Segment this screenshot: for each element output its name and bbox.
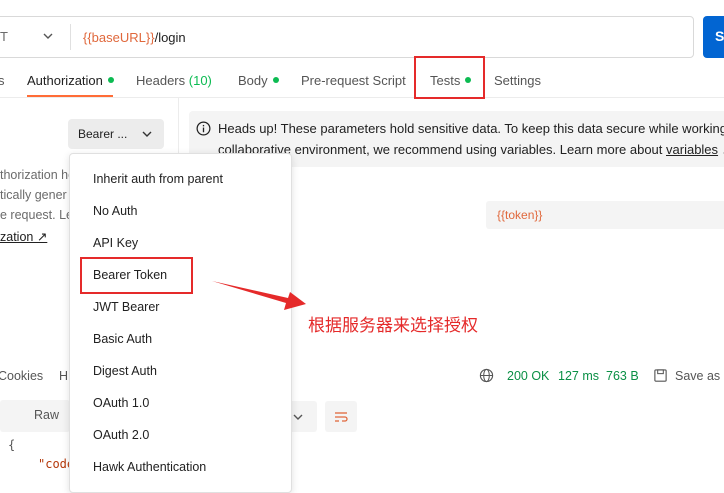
tab-pre-request-script[interactable]: Pre-request Script: [301, 73, 406, 88]
auth-description-line: e request. Le: [0, 208, 73, 222]
menu-item-no-auth[interactable]: No Auth: [93, 204, 137, 218]
annotation-text: 根据服务器来选择授权: [308, 316, 478, 336]
bearer-highlight-box: [80, 257, 193, 294]
tabs-divider: [0, 97, 724, 98]
response-size[interactable]: 763 B: [606, 369, 639, 383]
menu-item-oauth2[interactable]: OAuth 2.0: [93, 428, 149, 442]
save-as-button[interactable]: Save as I: [675, 369, 724, 383]
raw-tab[interactable]: Raw: [34, 408, 59, 422]
status-dot-icon: [272, 77, 279, 83]
tab-body[interactable]: Body: [238, 73, 279, 88]
token-input[interactable]: {{token}}: [486, 201, 724, 229]
wrap-icon: [335, 412, 348, 422]
banner-line: collaborative environment, we recommend …: [218, 142, 724, 158]
banner-line: Heads up! These parameters hold sensitiv…: [218, 121, 724, 136]
chevron-down-icon[interactable]: [141, 128, 153, 140]
url-input[interactable]: {{baseURL}}/login: [83, 30, 186, 45]
tab-headers-response[interactable]: H: [59, 369, 68, 383]
status-dot-icon: [107, 77, 114, 83]
tab-cookies[interactable]: Cookies: [0, 369, 43, 383]
url-variable: {{baseURL}}: [83, 30, 155, 45]
code-bracket: {: [8, 438, 16, 452]
tab-params[interactable]: s: [0, 73, 5, 88]
external-link-icon: ↗: [718, 142, 724, 157]
menu-item-jwt-bearer[interactable]: JWT Bearer: [93, 300, 159, 314]
tab-label: Authorization: [27, 73, 103, 88]
send-button[interactable]: S: [703, 16, 724, 58]
url-divider: [70, 24, 71, 50]
menu-item-digest-auth[interactable]: Digest Auth: [93, 364, 157, 378]
menu-item-oauth1[interactable]: OAuth 1.0: [93, 396, 149, 410]
save-icon: [654, 369, 667, 382]
chevron-down-icon[interactable]: [42, 30, 54, 42]
menu-item-api-key[interactable]: API Key: [93, 236, 138, 250]
url-path: /login: [154, 30, 186, 45]
method-select[interactable]: T: [0, 29, 8, 44]
globe-icon[interactable]: [479, 368, 494, 383]
info-icon: [196, 121, 211, 136]
auth-description-line: tically gener: [0, 188, 67, 202]
tab-authorization[interactable]: Authorization: [27, 73, 114, 88]
tab-settings[interactable]: Settings: [494, 73, 541, 88]
variables-link[interactable]: variables: [666, 142, 718, 157]
auth-learn-more-link[interactable]: zation ↗: [0, 229, 47, 244]
response-time[interactable]: 127 ms: [558, 369, 599, 383]
menu-item-inherit-auth[interactable]: Inherit auth from parent: [93, 172, 223, 186]
auth-description-line: thorization he: [0, 168, 76, 182]
response-status[interactable]: 200 OK: [507, 369, 549, 383]
headers-count: (10): [188, 73, 212, 88]
tab-headers[interactable]: Headers (10): [136, 73, 212, 88]
tab-label: Body: [238, 73, 268, 88]
wrap-lines-button[interactable]: [325, 401, 357, 432]
chevron-down-icon: [293, 414, 303, 420]
menu-item-basic-auth[interactable]: Basic Auth: [93, 332, 152, 346]
tests-highlight-box: [414, 56, 485, 99]
menu-item-hawk-auth[interactable]: Hawk Authentication: [93, 460, 206, 474]
tab-label: Headers: [136, 73, 186, 88]
